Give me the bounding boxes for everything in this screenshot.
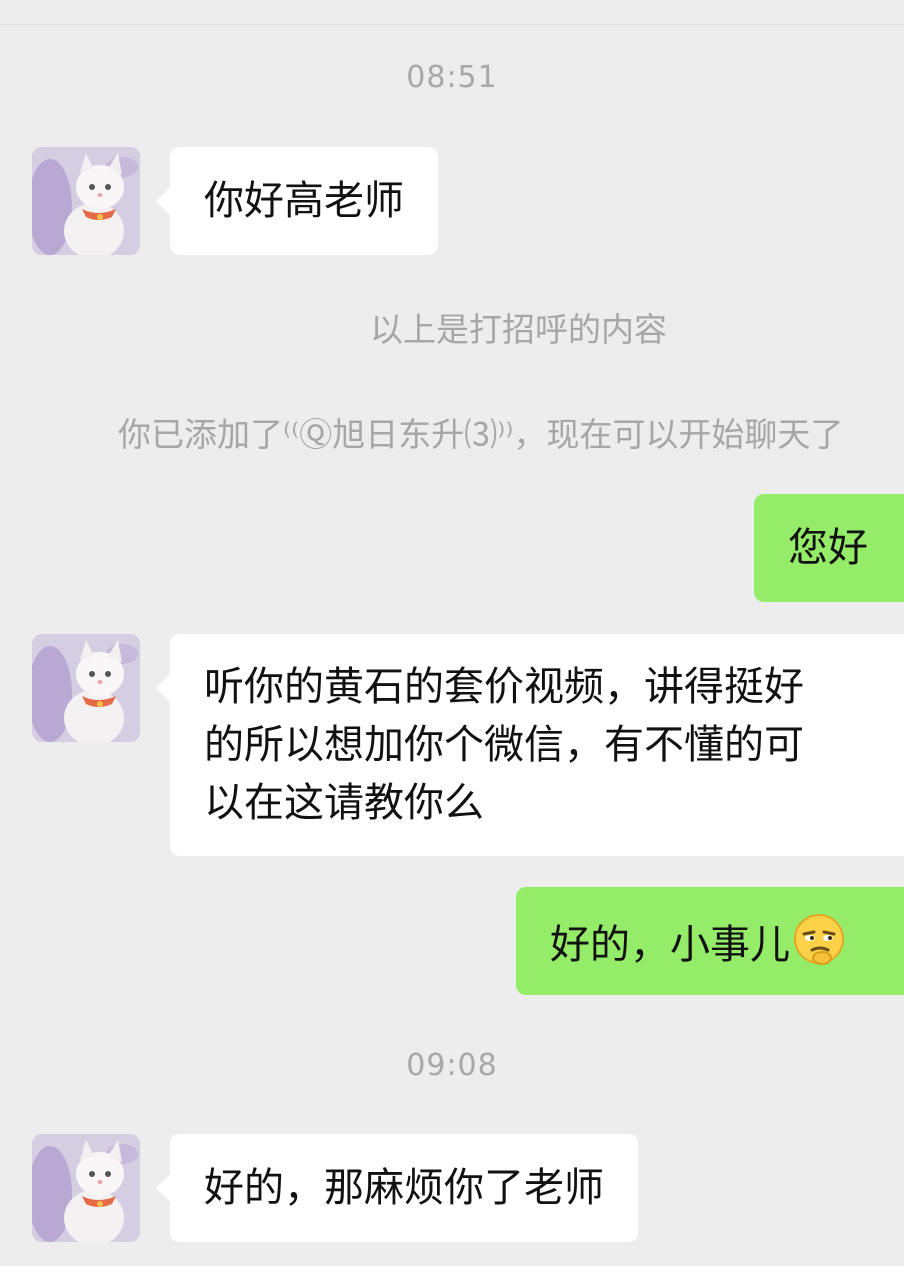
white-cat-avatar-icon bbox=[32, 634, 140, 742]
message-text: 你好高老师 bbox=[204, 178, 404, 224]
message-bubble-outgoing[interactable]: 您好 bbox=[754, 494, 904, 602]
contact-avatar[interactable] bbox=[32, 1134, 140, 1242]
message-text: 您好 bbox=[788, 525, 868, 571]
contact-avatar[interactable] bbox=[32, 147, 140, 255]
message-text: 好的，那麻烦你了老师 bbox=[204, 1165, 604, 1211]
contact-avatar[interactable] bbox=[32, 634, 140, 742]
message-bubble-incoming[interactable]: 你好高老师 bbox=[156, 147, 438, 255]
white-cat-avatar-icon bbox=[32, 147, 140, 255]
system-added-note: 你已添加了⁽⁽Ⓠ旭日东升⑶⁾⁾，现在可以开始聊天了 bbox=[118, 415, 844, 454]
top-divider bbox=[0, 24, 904, 25]
message-bubble-outgoing[interactable]: 好的，小事儿 bbox=[516, 887, 904, 995]
chat-screen: 08:51 你好高老师 以上是打招呼的内容 你已添加了⁽⁽Ⓠ旭日东升⑶⁾⁾，现在… bbox=[0, 0, 904, 1266]
message-line: 的所以想加你个微信，有不懂的可 bbox=[204, 722, 804, 768]
timestamp: 09:08 bbox=[406, 1048, 498, 1083]
system-greeting-note: 以上是打招呼的内容 bbox=[370, 310, 667, 349]
message-line: 以在这请教你么 bbox=[204, 780, 484, 826]
white-cat-avatar-icon bbox=[32, 1134, 140, 1242]
message-line: 听你的黄石的套价视频，讲得挺好 bbox=[204, 664, 804, 710]
timestamp: 08:51 bbox=[406, 60, 498, 95]
smirk-thinking-emoji-icon bbox=[792, 912, 846, 982]
message-bubble-incoming[interactable]: 好的，那麻烦你了老师 bbox=[156, 1134, 638, 1242]
message-bubble-incoming[interactable]: 听你的黄石的套价视频，讲得挺好 的所以想加你个微信，有不懂的可 以在这请教你么 bbox=[156, 634, 904, 856]
message-text: 好的，小事儿 bbox=[550, 922, 790, 968]
